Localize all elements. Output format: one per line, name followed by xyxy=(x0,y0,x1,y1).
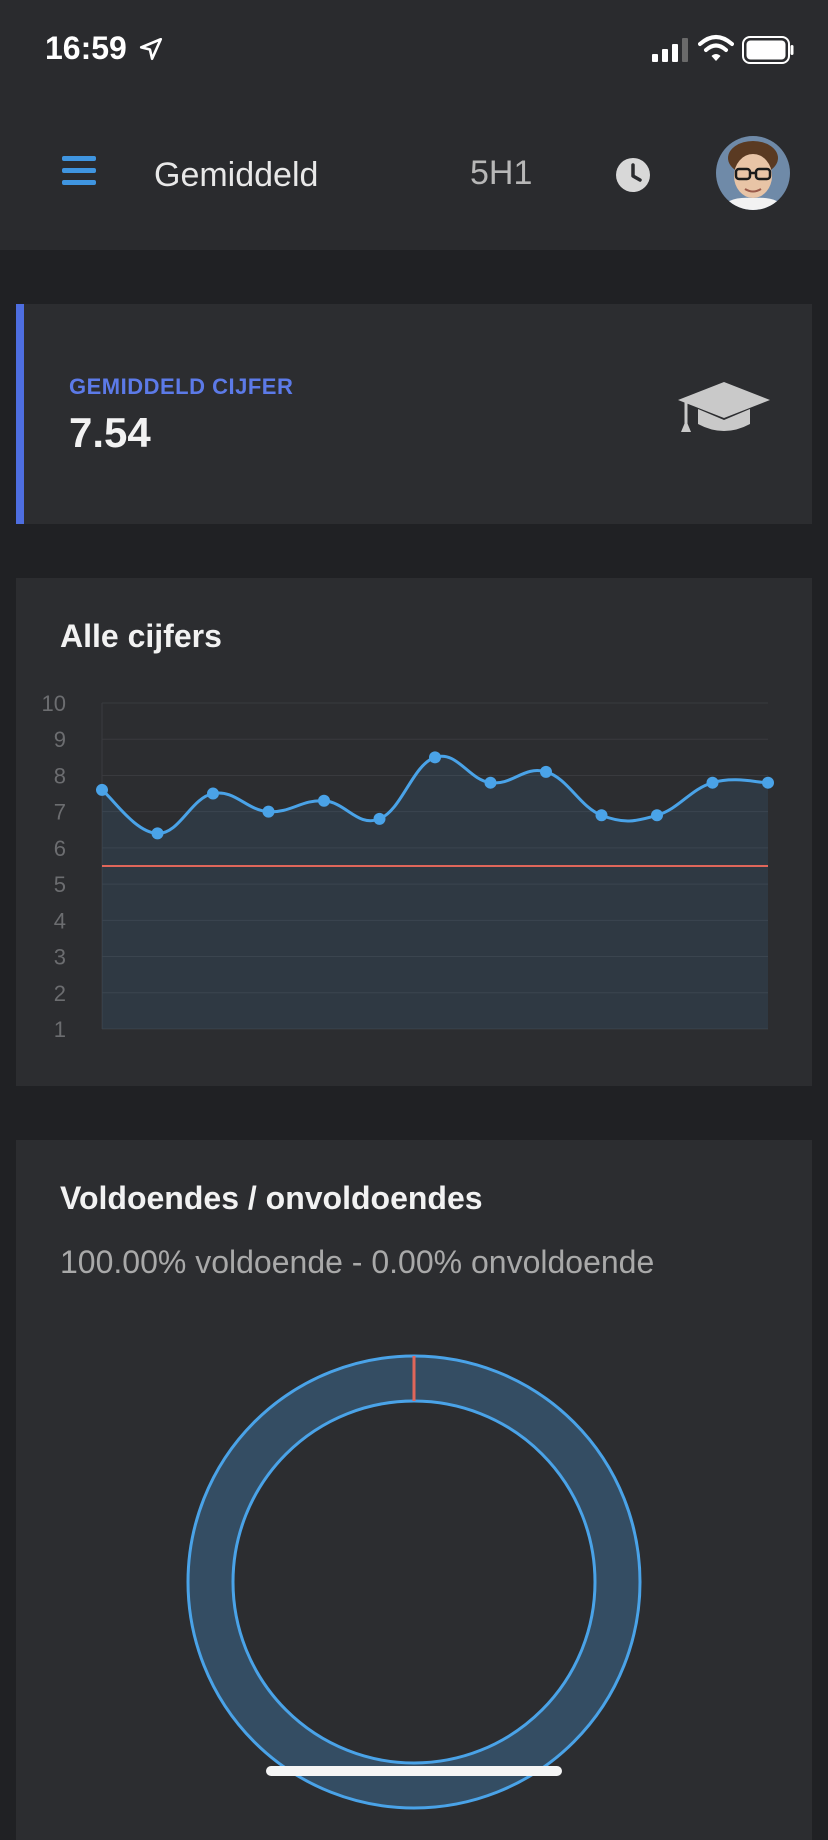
data-point xyxy=(318,794,330,807)
y-tick-label: 4 xyxy=(54,908,66,933)
y-tick-label: 2 xyxy=(54,981,66,1006)
data-point xyxy=(373,812,386,825)
y-tick-label: 7 xyxy=(54,800,66,825)
y-tick-label: 9 xyxy=(54,727,66,752)
y-tick-label: 5 xyxy=(54,872,66,897)
home-indicator[interactable] xyxy=(266,1766,562,1776)
data-point xyxy=(540,765,552,778)
y-tick-label: 10 xyxy=(42,691,66,716)
battery-icon xyxy=(742,36,794,64)
donut-slice-voldoende xyxy=(188,1356,640,1808)
average-grade-label: GEMIDDELD CIJFER xyxy=(69,374,294,399)
chart-title: Alle cijfers xyxy=(60,618,222,654)
donut-slice-inner-edge xyxy=(231,1399,597,1765)
data-point xyxy=(706,776,719,789)
data-point xyxy=(151,827,164,840)
clock-icon[interactable] xyxy=(614,156,652,194)
location-arrow-icon xyxy=(139,37,163,61)
signal-icon xyxy=(652,38,688,62)
hamburger-icon[interactable] xyxy=(60,152,100,192)
data-point xyxy=(207,787,219,800)
y-tick-label: 6 xyxy=(54,836,66,861)
donut-title: Voldoendes / onvoldoendes xyxy=(60,1180,483,1216)
class-selector[interactable]: 5H1 xyxy=(470,154,532,193)
status-bar: 16:59 xyxy=(0,0,828,100)
y-tick-label: 8 xyxy=(54,763,66,788)
data-point xyxy=(429,751,441,764)
donut-summary: 100.00% voldoende - 0.00% onvoldoende xyxy=(60,1244,655,1280)
graduation-cap-icon xyxy=(678,382,770,432)
data-point xyxy=(96,783,108,796)
y-tick-label: 1 xyxy=(54,1017,66,1042)
page-title: Gemiddeld xyxy=(154,156,319,194)
average-grade-value: 7.54 xyxy=(69,409,151,456)
all-grades-card: 10 9 8 7 6 5 4 3 2 1 Alle cijfers xyxy=(16,578,812,1086)
y-tick-label: 3 xyxy=(54,945,66,970)
data-point xyxy=(484,776,497,789)
app-bar: Gemiddeld 5H1 xyxy=(0,100,828,250)
average-grade-card: GEMIDDELD CIJFER 7.54 xyxy=(16,304,812,524)
status-time: 16:59 xyxy=(45,30,127,66)
data-point xyxy=(762,776,774,789)
data-point xyxy=(262,805,275,818)
pass-fail-card: Voldoendes / onvoldoendes 100.00% voldoe… xyxy=(16,1140,812,1840)
data-point xyxy=(651,809,663,822)
accent-bar xyxy=(16,304,24,524)
avatar[interactable] xyxy=(716,136,790,210)
wifi-icon xyxy=(698,35,734,61)
data-point xyxy=(595,809,608,822)
